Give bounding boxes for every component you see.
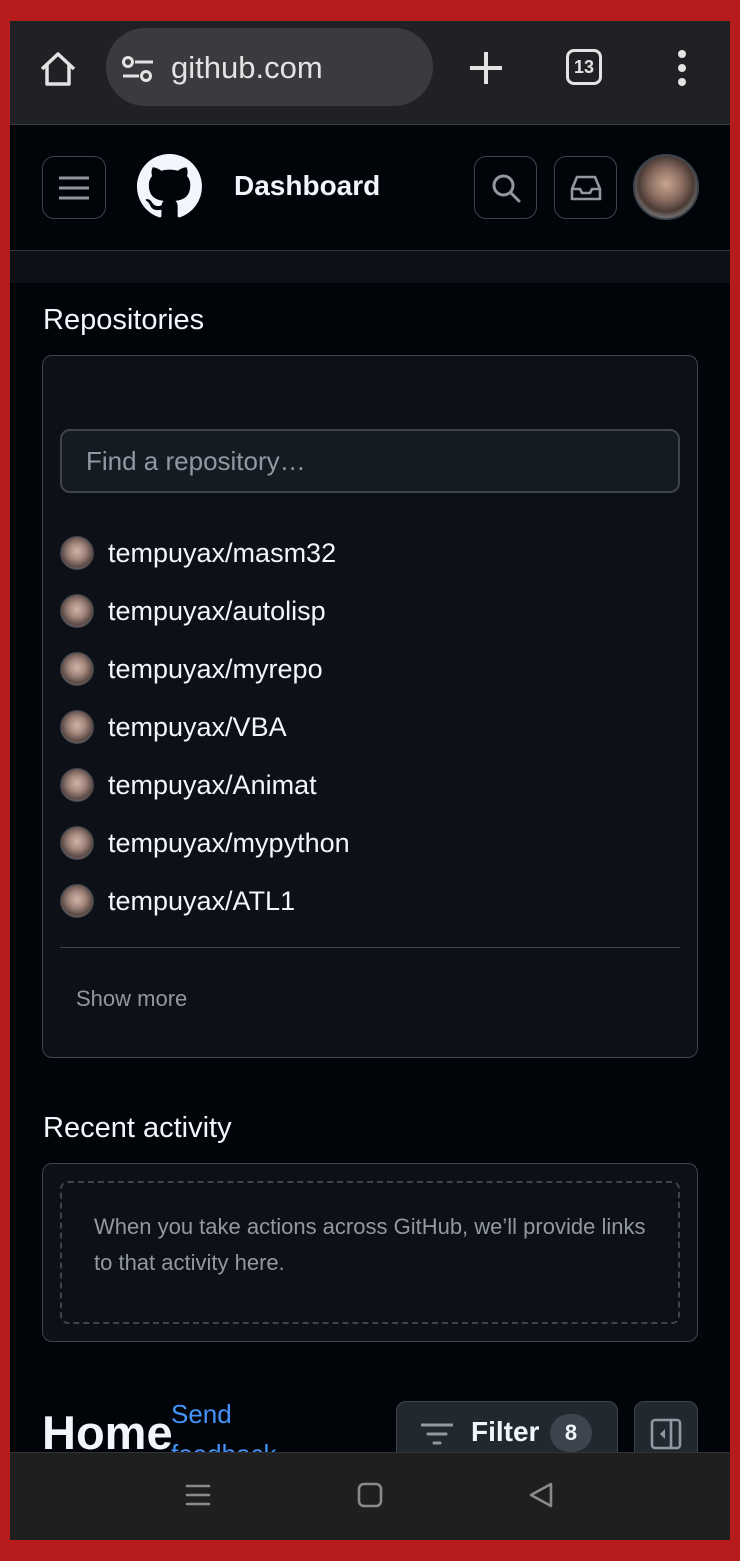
- repository-item[interactable]: tempuyax/autolisp: [60, 582, 680, 640]
- recent-activity-card: When you take actions across GitHub, we’…: [42, 1163, 698, 1342]
- repository-link[interactable]: tempuyax/VBA: [108, 712, 287, 743]
- avatar[interactable]: [633, 154, 699, 220]
- tab-switcher-button[interactable]: 13: [566, 49, 602, 85]
- github-header: Dashboard: [10, 125, 730, 251]
- filter-icon: [421, 1423, 453, 1445]
- home-nav-icon[interactable]: [356, 1481, 384, 1509]
- owner-avatar: [60, 884, 94, 918]
- new-tab-icon[interactable]: [466, 48, 506, 88]
- repository-link[interactable]: tempuyax/masm32: [108, 538, 336, 569]
- repository-item[interactable]: tempuyax/mypython: [60, 814, 680, 872]
- owner-avatar: [60, 536, 94, 570]
- divider: [60, 947, 680, 948]
- repository-link[interactable]: tempuyax/ATL1: [108, 886, 295, 917]
- repository-list: tempuyax/masm32 tempuyax/autolisp tempuy…: [60, 524, 680, 930]
- home-icon[interactable]: [38, 49, 78, 89]
- owner-avatar: [60, 768, 94, 802]
- owner-avatar: [60, 652, 94, 686]
- hamburger-menu-button[interactable]: [42, 156, 106, 219]
- filter-count-badge: 8: [550, 1414, 592, 1452]
- sidebar-collapse-icon: [650, 1418, 682, 1450]
- recent-apps-icon[interactable]: [184, 1481, 212, 1509]
- hamburger-icon: [59, 176, 89, 199]
- github-logo[interactable]: [137, 154, 202, 219]
- search-icon: [492, 174, 520, 202]
- inbox-icon: [570, 175, 601, 200]
- repository-item[interactable]: tempuyax/VBA: [60, 698, 680, 756]
- more-menu-icon[interactable]: [670, 48, 694, 88]
- owner-avatar: [60, 594, 94, 628]
- empty-state-box: When you take actions across GitHub, we’…: [60, 1181, 680, 1324]
- repository-item[interactable]: tempuyax/Animat: [60, 756, 680, 814]
- empty-state-text: When you take actions across GitHub, we’…: [94, 1214, 646, 1275]
- page-title: Dashboard: [234, 170, 381, 201]
- show-more-button[interactable]: Show more: [76, 986, 187, 1012]
- site-settings-icon[interactable]: [121, 54, 155, 84]
- header-strip: [10, 251, 730, 283]
- repository-link[interactable]: tempuyax/autolisp: [108, 596, 326, 627]
- repository-link[interactable]: tempuyax/myrepo: [108, 654, 323, 685]
- phone-screen: github.com 13 Dashboard Repositories Fin…: [10, 21, 730, 1540]
- search-button[interactable]: [474, 156, 537, 219]
- back-icon[interactable]: [526, 1481, 556, 1509]
- address-bar[interactable]: github.com: [106, 28, 433, 106]
- owner-avatar: [60, 710, 94, 744]
- repository-item[interactable]: tempuyax/myrepo: [60, 640, 680, 698]
- inbox-button[interactable]: [554, 156, 617, 219]
- recent-activity-title: Recent activity: [43, 1112, 232, 1144]
- repositories-title: Repositories: [43, 304, 205, 336]
- system-navigation-bar: [10, 1452, 730, 1540]
- url-text[interactable]: github.com: [171, 50, 323, 86]
- repository-link[interactable]: tempuyax/Animat: [108, 770, 317, 801]
- home-section-header: Home Send feedback Filter 8: [10, 1391, 730, 1469]
- browser-toolbar: github.com 13: [10, 21, 730, 125]
- repository-item[interactable]: tempuyax/ATL1: [60, 872, 680, 930]
- owner-avatar: [60, 826, 94, 860]
- repositories-card: tempuyax/masm32 tempuyax/autolisp tempuy…: [42, 355, 698, 1058]
- find-repository-input[interactable]: [60, 429, 680, 493]
- filter-label: Filter: [471, 1416, 540, 1447]
- repository-link[interactable]: tempuyax/mypython: [108, 828, 350, 859]
- repository-item[interactable]: tempuyax/masm32: [60, 524, 680, 582]
